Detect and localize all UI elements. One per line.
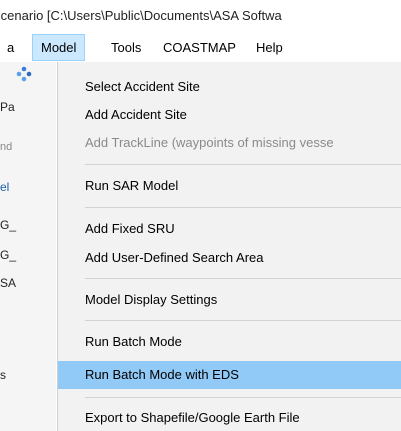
- panel-tab[interactable]: el: [0, 180, 9, 194]
- menu-separator: [85, 320, 401, 321]
- menu-item-run-batch-mode[interactable]: Run Batch Mode: [58, 328, 401, 356]
- menu-item-add-user-defined-search-area[interactable]: Add User-Defined Search Area: [58, 244, 401, 272]
- menu-item-add-fixed-sru[interactable]: Add Fixed SRU: [58, 215, 401, 243]
- menu-separator: [85, 207, 401, 208]
- menu-bar: a Model Tools COASTMAP Help: [0, 34, 401, 62]
- menu-item-add-accident-site[interactable]: Add Accident Site: [58, 101, 401, 129]
- window-title: Scenario [C:\Users\Public\Documents\ASA …: [0, 8, 282, 23]
- panel-text: nd: [0, 141, 13, 153]
- menu-model[interactable]: Model: [32, 34, 86, 61]
- toolbar-label: Pa: [0, 100, 15, 114]
- menu-tools[interactable]: Tools: [103, 34, 149, 61]
- menu-item-add-trackline: Add TrackLine (waypoints of missing vess…: [85, 135, 334, 150]
- menu-item-run-sar-model[interactable]: Run SAR Model: [58, 172, 401, 200]
- menu-separator: [85, 397, 401, 398]
- panel-list-item[interactable]: SA: [0, 276, 16, 290]
- menu-help[interactable]: Help: [248, 34, 291, 61]
- model-menu: Select Accident Site Add Accident Site A…: [57, 62, 401, 431]
- menu-item-select-accident-site[interactable]: Select Accident Site: [58, 73, 401, 101]
- panel-list-item[interactable]: G_: [0, 218, 16, 232]
- menu-item-model-display-settings[interactable]: Model Display Settings: [58, 286, 401, 314]
- panel-list-item[interactable]: G_: [0, 248, 16, 262]
- menu-item-export-shapefile[interactable]: Export to Shapefile/Google Earth File: [58, 404, 401, 431]
- menu-separator: [85, 278, 401, 279]
- menu-separator: [85, 164, 401, 165]
- menu-coastmap[interactable]: COASTMAP: [155, 34, 244, 61]
- menu-item-run-batch-mode-with-eds[interactable]: Run Batch Mode with EDS: [58, 361, 401, 389]
- menu-data[interactable]: a: [0, 34, 22, 61]
- left-panel: Pa nd el G_ G_ SA s: [0, 62, 56, 431]
- toolbar-icon[interactable]: [5, 65, 33, 85]
- panel-text: s: [0, 368, 6, 382]
- title-bar: Scenario [C:\Users\Public\Documents\ASA …: [0, 0, 401, 34]
